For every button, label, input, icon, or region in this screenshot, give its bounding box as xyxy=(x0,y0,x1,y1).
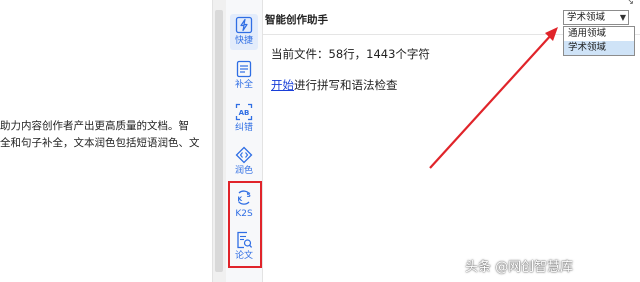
domain-dropdown: 通用领域 学术领域 xyxy=(563,26,635,56)
scrollbar-thumb[interactable] xyxy=(215,10,223,272)
tool-label: 补全 xyxy=(234,80,253,90)
tool-completion[interactable]: 补全 xyxy=(230,58,258,94)
expand-icon[interactable]: ↘ xyxy=(626,0,634,7)
svg-text:AB: AB xyxy=(239,109,250,117)
check-line: 开始进行拼写和语法检查 xyxy=(271,77,398,93)
document-scrollbar[interactable] xyxy=(212,0,226,282)
document-text: 助力内容创作者产出更高质量的文档。智 全和句子补全，文本润色包括短语润色、文 xyxy=(0,118,212,152)
tool-label: 润色 xyxy=(234,166,253,176)
domain-select[interactable]: 学术领域 ▼ xyxy=(563,10,629,25)
panel-title: 智能创作助手 xyxy=(265,14,328,26)
tool-polish[interactable]: 润色 xyxy=(230,144,258,180)
tool-label: 纠错 xyxy=(234,123,253,133)
file-info: 当前文件：58行，1443个字符 xyxy=(271,47,430,61)
completion-icon xyxy=(236,60,252,78)
document-line: 助力内容创作者产出更高质量的文档。智 xyxy=(0,120,189,132)
check-description: 进行拼写和语法检查 xyxy=(294,78,398,92)
assistant-panel: 智能创作助手 ↘ 学术领域 ▼ 通用领域 学术领域 当前文件：58行，1443个… xyxy=(263,0,640,282)
tool-correction[interactable]: AB 纠错 xyxy=(230,101,258,137)
domain-select-value: 学术领域 xyxy=(567,12,606,23)
tool-label: 快捷 xyxy=(234,36,253,46)
polish-icon xyxy=(235,146,253,164)
chevron-down-icon: ▼ xyxy=(619,13,626,22)
domain-option-general[interactable]: 通用领域 xyxy=(564,27,634,41)
watermark: 头条 @网创智慧库 xyxy=(465,260,574,275)
spellcheck-icon: AB xyxy=(235,103,253,121)
start-check-link[interactable]: 开始 xyxy=(271,78,294,92)
document-line: 全和句子补全，文本润色包括短语润色、文 xyxy=(0,137,200,149)
domain-option-academic[interactable]: 学术领域 xyxy=(564,41,634,55)
document-editor[interactable]: 助力内容创作者产出更高质量的文档。智 全和句子补全，文本润色包括短语润色、文 xyxy=(0,0,212,282)
lightning-icon xyxy=(235,16,253,34)
tool-shortcut[interactable]: 快捷 xyxy=(230,14,258,50)
highlight-box xyxy=(228,181,262,268)
